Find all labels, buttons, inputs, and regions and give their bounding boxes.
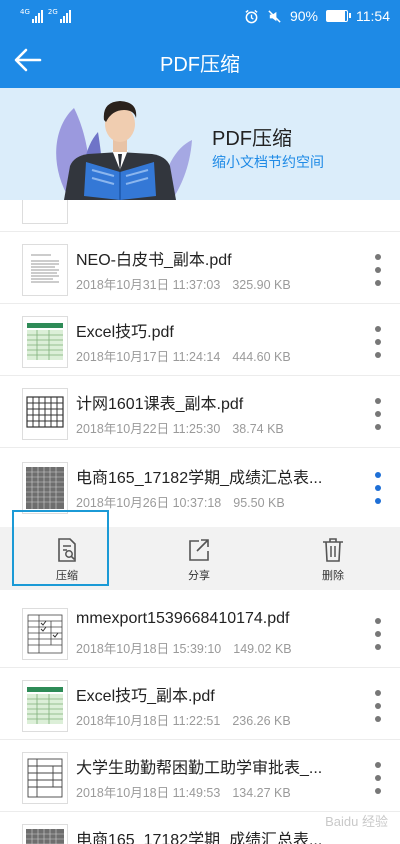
more-options-icon[interactable]: [374, 618, 382, 650]
file-name: 计网1601课表_副本.pdf: [76, 396, 244, 413]
file-meta: 2018年10月22日 11:25:30 38.74 KB: [76, 418, 284, 437]
list-item[interactable]: 大学生助勤帮困勤工助学审批表_... 2018年10月18日 11:49:53 1…: [0, 740, 400, 812]
file-meta: 2018年10月31日 11:37:03 325.90 KB: [76, 274, 291, 293]
file-name: mmexport1539668410174.pdf: [76, 610, 290, 627]
file-date: 2018年10月17日 11:24:14: [76, 350, 221, 364]
form-thumbnail: [22, 608, 68, 660]
list-item[interactable]: Excel技巧.pdf 2018年10月17日 11:24:14 444.60 K…: [0, 304, 400, 376]
more-options-icon[interactable]: [374, 472, 382, 504]
delete-label: 删除: [322, 569, 344, 582]
file-name: 大学生助勤帮困勤工助学审批表_...: [76, 760, 323, 777]
status-bar: 4G 2G 90% 11:54: [0, 0, 400, 34]
form-thumbnail: [22, 752, 68, 804]
file-date: 2018年10月18日 15:39:10: [76, 642, 222, 656]
battery-percent: 90%: [289, 8, 318, 24]
grid-thumbnail: [22, 462, 68, 514]
sim1-network-type: 4G: [20, 8, 30, 16]
file-name: 电商165_17182学期_成绩汇总表...: [76, 470, 323, 487]
mute-icon: [268, 9, 281, 23]
clock: 11:54: [356, 8, 390, 24]
share-label: 分享: [188, 569, 210, 582]
feature-banner: PDF压缩 缩小文档节约空间: [0, 88, 400, 200]
watermark: Baidu 经验: [325, 814, 388, 829]
share-button[interactable]: 分享: [164, 527, 234, 590]
file-date: 2018年10月18日 11:49:53: [76, 786, 221, 800]
grid-thumbnail: [22, 824, 68, 844]
file-name: Excel技巧.pdf: [76, 324, 174, 341]
file-size: 134.27 KB: [232, 786, 291, 800]
file-size: 236.26 KB: [232, 714, 291, 728]
more-options-icon[interactable]: [374, 690, 382, 722]
list-item[interactable]: mmexport1539668410174.pdf 2018年10月18日 15…: [0, 596, 400, 668]
file-size: 444.60 KB: [232, 350, 291, 364]
signal-icon-sim2: 2G: [48, 9, 71, 23]
highlight-box: [12, 510, 109, 586]
banner-title: PDF压缩: [212, 128, 292, 150]
file-meta: 2018年10月17日 11:24:14 444.60 KB: [76, 346, 291, 365]
list-item-partial[interactable]: [0, 200, 400, 232]
banner-subtitle: 缩小文档节约空间: [212, 155, 324, 171]
file-size: 325.90 KB: [232, 278, 291, 292]
file-name: NEO-白皮书_副本.pdf: [76, 252, 232, 269]
file-meta: 2018年10月26日 10:37:18 95.50 KB: [76, 492, 285, 511]
table-thumbnail: [22, 388, 68, 440]
alarm-icon: [245, 9, 258, 23]
more-options-icon[interactable]: [374, 326, 382, 358]
more-options-icon[interactable]: [374, 254, 382, 286]
file-date: 2018年10月18日 11:22:51: [76, 714, 221, 728]
file-date: 2018年10月26日 10:37:18: [76, 496, 222, 510]
sim2-network-type: 2G: [47, 8, 58, 16]
battery-icon: [326, 10, 351, 22]
file-meta: 2018年10月18日 15:39:10 149.02 KB: [76, 638, 292, 657]
document-thumbnail: [22, 200, 68, 224]
more-options-icon[interactable]: [374, 398, 382, 430]
list-item[interactable]: NEO-白皮书_副本.pdf 2018年10月31日 11:37:03 325.9…: [0, 232, 400, 304]
file-meta: 2018年10月18日 11:22:51 236.26 KB: [76, 710, 291, 729]
file-meta: 2018年10月18日 11:49:53 134.27 KB: [76, 782, 291, 801]
file-date: 2018年10月31日 11:37:03: [76, 278, 221, 292]
spreadsheet-thumbnail: [22, 316, 68, 368]
signal-icon-sim1: 4G: [20, 9, 43, 23]
list-item[interactable]: 计网1601课表_副本.pdf 2018年10月22日 11:25:30 38.7…: [0, 376, 400, 448]
list-item[interactable]: Excel技巧_副本.pdf 2018年10月18日 11:22:51 236.2…: [0, 668, 400, 740]
share-icon: [189, 539, 209, 561]
file-size: 149.02 KB: [233, 642, 292, 656]
document-thumbnail: [22, 244, 68, 296]
file-date: 2018年10月22日 11:25:30: [76, 422, 221, 436]
file-size: 95.50 KB: [233, 496, 285, 510]
more-options-icon[interactable]: [374, 762, 382, 794]
file-size: 38.74 KB: [232, 422, 284, 436]
file-name: Excel技巧_副本.pdf: [76, 688, 215, 705]
trash-icon: [323, 538, 343, 562]
delete-button[interactable]: 删除: [298, 527, 368, 590]
nav-bar: PDF压缩: [0, 34, 400, 88]
reading-man-illustration: [56, 101, 192, 200]
page-title: PDF压缩: [160, 54, 240, 76]
spreadsheet-thumbnail: [22, 680, 68, 732]
file-name: 电商165_17182学期_成绩汇总表...: [76, 832, 323, 844]
